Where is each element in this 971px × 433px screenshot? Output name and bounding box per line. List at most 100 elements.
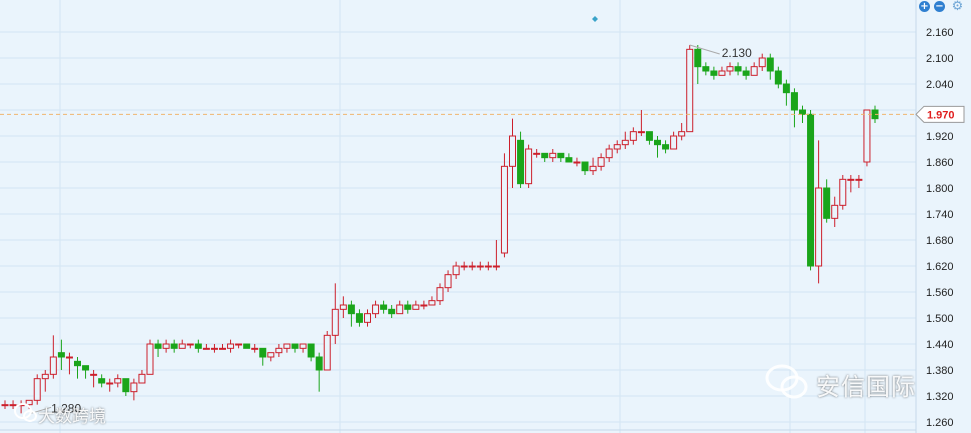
candle-body — [637, 131, 645, 134]
y-tick-label: 1.440 — [926, 339, 954, 351]
candle-body — [331, 308, 339, 336]
candle-body — [170, 343, 178, 349]
candle-body — [202, 347, 210, 350]
candle-body — [243, 343, 251, 349]
candle-body — [533, 152, 541, 155]
candle-body — [863, 109, 871, 163]
y-tick-label: 2.160 — [926, 27, 954, 39]
candle-body — [299, 343, 307, 349]
candle-body — [839, 178, 847, 206]
candle-body — [235, 343, 243, 346]
candle — [863, 109, 871, 167]
candle-body — [726, 66, 734, 72]
candle-body — [186, 343, 194, 346]
candle-body — [460, 265, 468, 268]
candle-body — [734, 66, 742, 72]
high-annotation-label: 2.130 — [722, 46, 752, 60]
candle-body — [782, 83, 790, 94]
candle-body — [670, 135, 678, 150]
candle-body — [557, 152, 565, 159]
minus-circle-icon[interactable]: − — [934, 1, 945, 12]
candle-body — [509, 135, 516, 167]
candle-body — [388, 308, 396, 315]
candle-body — [106, 382, 114, 385]
wechat-icon — [765, 364, 808, 399]
candle-body — [476, 265, 484, 268]
candle-body — [210, 347, 218, 350]
candle-body — [742, 70, 750, 76]
candle-body — [815, 187, 823, 267]
candle — [33, 374, 41, 405]
plus-circle-icon[interactable]: + — [919, 1, 930, 12]
watermark-left: 大数跨境 — [38, 407, 106, 427]
candle-body — [178, 343, 186, 349]
candle-body — [194, 343, 202, 349]
watermark-right: 安信国际 — [816, 373, 916, 401]
candle-body — [412, 304, 420, 310]
candle — [525, 144, 533, 188]
candle-body — [420, 304, 428, 307]
candle-body — [855, 178, 863, 181]
candle-body — [259, 347, 267, 358]
wechat-icon — [14, 403, 37, 422]
candle-body — [484, 265, 492, 268]
y-tick-label: 1.920 — [926, 131, 954, 143]
candle-body — [549, 152, 557, 159]
candle-body — [404, 304, 412, 310]
candle-body — [307, 343, 315, 358]
candle-body — [347, 304, 355, 315]
candle-body — [122, 378, 130, 393]
candle-body — [565, 157, 573, 163]
candle-body — [758, 57, 766, 68]
candle-body — [436, 287, 444, 302]
y-tick-label: 1.860 — [926, 157, 954, 169]
candle-body — [372, 304, 380, 315]
candle-body — [662, 144, 670, 150]
candle — [517, 131, 525, 188]
candle-body — [613, 144, 621, 150]
candle-body — [750, 66, 758, 76]
candle-body — [428, 300, 436, 306]
candle-body — [766, 57, 774, 72]
candle-body — [718, 70, 726, 76]
candle-body — [774, 70, 782, 85]
candle-body — [98, 378, 106, 384]
candle-body — [82, 365, 90, 371]
y-tick-label: 1.560 — [926, 287, 954, 299]
candle-body — [49, 356, 57, 375]
candle-body — [130, 382, 138, 393]
candle-body — [267, 352, 275, 358]
candle-body — [323, 334, 331, 371]
candle — [323, 331, 331, 371]
candle-body — [396, 304, 404, 315]
candle-body — [790, 92, 798, 111]
y-tick-label: 1.320 — [926, 391, 954, 403]
candle-body — [74, 360, 81, 367]
candle-body — [380, 304, 388, 310]
y-tick-label: 1.740 — [926, 209, 954, 221]
candle — [243, 343, 251, 349]
candle-body — [605, 148, 613, 159]
candle-body — [275, 347, 283, 354]
candle-body — [581, 161, 589, 172]
chart-panel: 2.1602.1002.0401.9801.9201.8601.8001.740… — [0, 0, 971, 433]
candle-body — [315, 356, 323, 371]
candle-body — [621, 139, 629, 146]
candle-body — [702, 66, 710, 72]
candle-body — [339, 304, 347, 310]
y-tick-label: 1.500 — [926, 313, 954, 325]
gear-icon[interactable]: ⚙ — [951, 0, 964, 13]
candle-body — [227, 343, 235, 349]
candle-body — [33, 378, 41, 401]
candle-body — [686, 48, 694, 133]
candle-body — [517, 139, 525, 185]
candle — [807, 110, 815, 271]
candle-body — [823, 187, 831, 219]
current-price-label: 1.970 — [927, 109, 955, 121]
candle-body — [283, 343, 291, 349]
candle-body — [114, 378, 122, 384]
candle-body — [41, 373, 49, 380]
candle-body — [355, 313, 363, 323]
candle-body — [65, 356, 73, 359]
candle-body — [492, 265, 500, 268]
